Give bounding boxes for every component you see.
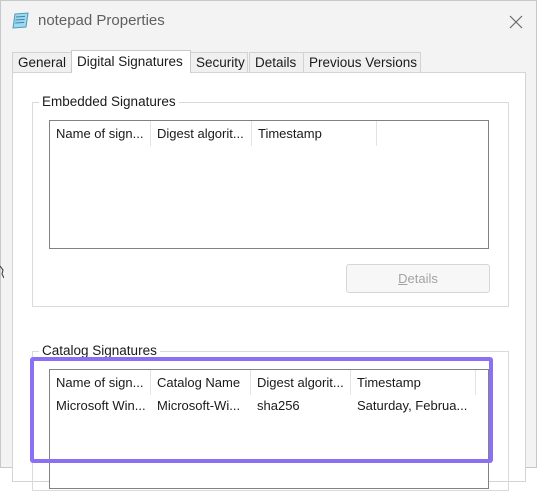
tab-digital-signatures[interactable]: Digital Signatures xyxy=(71,50,191,73)
list-header: Name of sign... Catalog Name Digest algo… xyxy=(50,370,488,395)
column-header-timestamp[interactable]: Timestamp xyxy=(252,121,377,146)
details-button[interactable]: Details xyxy=(346,264,490,293)
cursor-edge-icon xyxy=(0,265,4,279)
title-bar: notepad Properties xyxy=(1,1,536,43)
tab-security[interactable]: Security xyxy=(190,52,248,72)
properties-window: notepad Properties General Digital Signa… xyxy=(0,0,537,491)
notepad-icon xyxy=(11,12,31,30)
details-button-suffix: etails xyxy=(407,271,438,286)
tab-general[interactable]: General xyxy=(12,52,72,72)
cell-digest-algorithm: sha256 xyxy=(257,398,300,413)
column-header-catalog-name[interactable]: Catalog Name xyxy=(151,370,251,395)
window-title: notepad Properties xyxy=(38,12,165,29)
tab-details[interactable]: Details xyxy=(249,52,304,72)
list-header: Name of sign... Digest algorit... Timest… xyxy=(50,121,488,146)
cell-catalog-name: Microsoft-Wi... xyxy=(157,398,241,413)
column-header-name[interactable]: Name of sign... xyxy=(50,121,151,146)
catalog-signatures-list[interactable]: Name of sign... Catalog Name Digest algo… xyxy=(49,369,489,489)
details-button-mnemonic: D xyxy=(398,271,408,286)
catalog-signatures-label: Catalog Signatures xyxy=(39,343,160,359)
embedded-signatures-group: Embedded Signatures Name of sign... Dige… xyxy=(32,94,509,307)
close-button[interactable] xyxy=(502,8,530,36)
close-icon xyxy=(509,15,523,29)
column-header-timestamp[interactable]: Timestamp xyxy=(351,370,476,395)
cell-signer-name: Microsoft Win... xyxy=(56,398,146,413)
column-header-digest[interactable]: Digest algorit... xyxy=(151,121,252,146)
tab-previous-versions[interactable]: Previous Versions xyxy=(303,52,421,72)
list-item[interactable]: Microsoft Win... Microsoft-Wi... sha256 … xyxy=(50,396,488,416)
catalog-signatures-group: Catalog Signatures Name of sign... Catal… xyxy=(32,343,509,491)
embedded-signatures-list[interactable]: Name of sign... Digest algorit... Timest… xyxy=(49,120,489,249)
tab-page-digital-signatures: Embedded Signatures Name of sign... Dige… xyxy=(12,72,526,491)
column-header-digest[interactable]: Digest algorit... xyxy=(251,370,351,395)
cell-timestamp: Saturday, Februa... xyxy=(357,398,468,413)
embedded-signatures-label: Embedded Signatures xyxy=(39,94,179,110)
column-header-name[interactable]: Name of sign... xyxy=(50,370,151,395)
